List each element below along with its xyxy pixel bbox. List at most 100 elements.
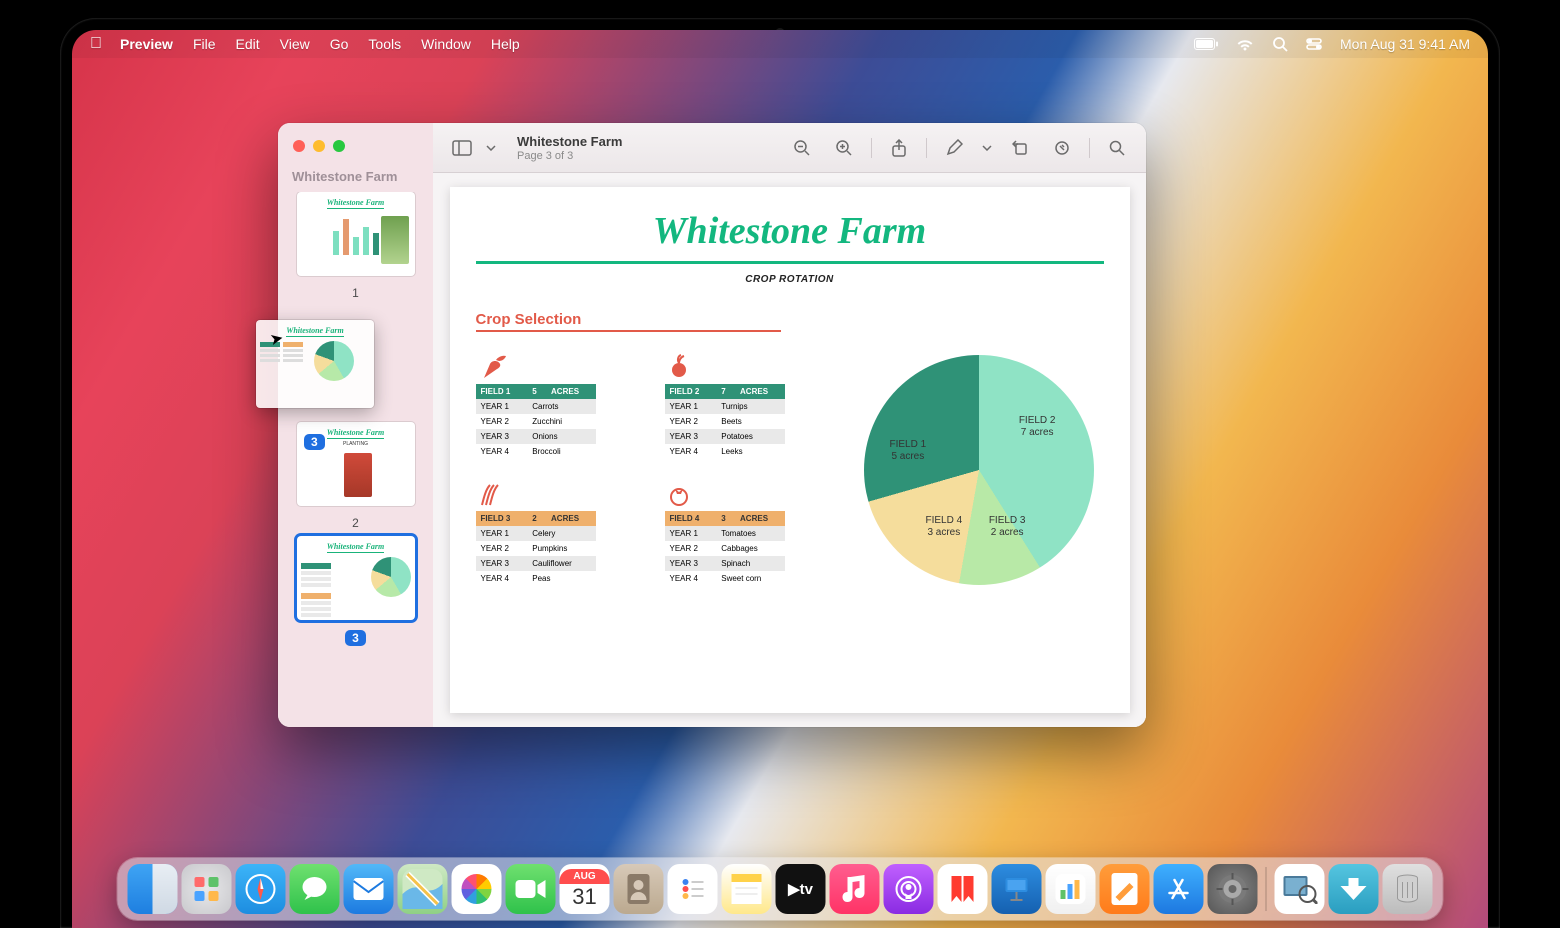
field-table-1: FIELD 15ACRES YEAR 1Carrots YEAR 2Zucchi… [476, 384, 596, 459]
dock-numbers[interactable] [1046, 864, 1096, 914]
page-canvas: Whitestone Farm CROP ROTATION Crop Selec… [450, 187, 1130, 713]
dock-music[interactable] [830, 864, 880, 914]
menu-window[interactable]: Window [421, 36, 471, 52]
pie-label-field4: FIELD 43 acres [926, 515, 963, 539]
field-block-4: FIELD 43ACRES YEAR 1Tomatoes YEAR 2Cabba… [665, 481, 836, 586]
toolbar: Whitestone Farm Page 3 of 3 [433, 123, 1146, 173]
app-menu[interactable]: Preview [120, 36, 173, 52]
carrot-icon [476, 354, 647, 380]
field-block-1: FIELD 15ACRES YEAR 1Carrots YEAR 2Zucchi… [476, 354, 647, 459]
menu-view[interactable]: View [280, 36, 310, 52]
thumb-pie [371, 557, 411, 597]
tomato-icon [665, 481, 836, 507]
thumbnails-sidebar: Whitestone Farm Whitestone Farm 1 [278, 123, 433, 727]
desktop:  Preview File Edit View Go Tools Window… [72, 30, 1488, 928]
celery-icon [476, 481, 647, 507]
dock-safari[interactable] [236, 864, 286, 914]
dock-tv[interactable]: ▶tv [776, 864, 826, 914]
rotate-button[interactable] [1003, 134, 1037, 162]
dock-mail[interactable] [344, 864, 394, 914]
search-button[interactable] [1100, 134, 1134, 162]
dock-finder[interactable] [128, 864, 178, 914]
zoom-in-button[interactable] [827, 134, 861, 162]
zoom-button[interactable] [333, 140, 345, 152]
fields-left-col: FIELD 15ACRES YEAR 1Carrots YEAR 2Zucchi… [476, 354, 647, 586]
thumb-bar-chart [333, 215, 379, 255]
drag-thumb-pie [314, 341, 354, 381]
thumb-sub: PLANTING [343, 441, 368, 447]
menu-tools[interactable]: Tools [368, 36, 401, 52]
fields-mid-col: FIELD 27ACRES YEAR 1Turnips YEAR 2Beets … [665, 354, 836, 586]
dock-calendar[interactable]: AUG 31 [560, 864, 610, 914]
battery-icon[interactable] [1194, 38, 1218, 50]
page-thumbnail-1[interactable]: Whitestone Farm [297, 192, 415, 276]
thumb-doc-title: Whitestone Farm [327, 542, 385, 553]
menu-edit[interactable]: Edit [236, 36, 260, 52]
menu-file[interactable]: File [193, 36, 216, 52]
page-thumbnail-3[interactable]: Whitestone Farm [297, 536, 415, 620]
calendar-day: 31 [572, 884, 596, 910]
dock-news[interactable] [938, 864, 988, 914]
dock-notes[interactable] [722, 864, 772, 914]
thumb-photo [381, 216, 409, 264]
page-viewport[interactable]: Whitestone Farm CROP ROTATION Crop Selec… [433, 173, 1146, 727]
pie-label-field3: FIELD 32 acres [989, 515, 1026, 539]
highlight-button[interactable] [1045, 134, 1079, 162]
dock-downloads[interactable] [1329, 864, 1379, 914]
close-button[interactable] [293, 140, 305, 152]
apple-menu[interactable]:  [90, 35, 102, 53]
dock-launchpad[interactable] [182, 864, 232, 914]
dock-photos[interactable] [452, 864, 502, 914]
control-center-icon[interactable] [1306, 38, 1322, 50]
dock-messages[interactable] [290, 864, 340, 914]
wifi-icon[interactable] [1236, 38, 1254, 51]
thumb-label-1: 1 [352, 286, 359, 300]
dock-separator [1266, 867, 1267, 911]
thumb-label-2: 2 [352, 516, 359, 530]
share-button[interactable] [882, 134, 916, 162]
menu-go[interactable]: Go [330, 36, 349, 52]
dock-preview-app[interactable] [1275, 864, 1325, 914]
acreage-pie-chart: FIELD 15 acres FIELD 27 acres FIELD 32 a… [864, 355, 1094, 585]
drag-page-badge: 3 [304, 434, 325, 450]
document-area: Whitestone Farm Page 3 of 3 [433, 123, 1146, 727]
markup-menu[interactable] [979, 134, 995, 162]
thumb-doc-title: Whitestone Farm [327, 198, 385, 209]
field-block-3: FIELD 32ACRES YEAR 1Celery YEAR 2Pumpkin… [476, 481, 647, 586]
title-rule [476, 261, 1104, 264]
field-table-4: FIELD 43ACRES YEAR 1Tomatoes YEAR 2Cabba… [665, 511, 785, 586]
document-title: Whitestone Farm [517, 134, 622, 149]
markup-button[interactable] [937, 134, 971, 162]
menubar-datetime[interactable]: Mon Aug 31 9:41 AM [1340, 36, 1470, 52]
pie-chart-area: FIELD 15 acres FIELD 27 acres FIELD 32 a… [854, 354, 1104, 586]
doc-heading: Whitestone Farm [476, 209, 1104, 253]
field-block-2: FIELD 27ACRES YEAR 1Turnips YEAR 2Beets … [665, 354, 836, 459]
minimize-button[interactable] [313, 140, 325, 152]
pie-label-field1: FIELD 15 acres [890, 439, 927, 463]
dock-settings[interactable] [1208, 864, 1258, 914]
toolbar-title-area: Whitestone Farm Page 3 of 3 [517, 134, 622, 162]
dock-keynote[interactable] [992, 864, 1042, 914]
section-heading: Crop Selection [476, 311, 782, 332]
spotlight-icon[interactable] [1272, 36, 1288, 52]
menubar-right: Mon Aug 31 9:41 AM [1194, 36, 1470, 52]
fields-layout: FIELD 15ACRES YEAR 1Carrots YEAR 2Zucchi… [476, 354, 1104, 586]
dock-contacts[interactable] [614, 864, 664, 914]
dock-maps[interactable] [398, 864, 448, 914]
sidebar-view-button[interactable] [445, 134, 479, 162]
window-controls [293, 140, 345, 152]
dock-pages[interactable] [1100, 864, 1150, 914]
dock-appstore[interactable] [1154, 864, 1204, 914]
calendar-month: AUG [560, 869, 610, 884]
dock-reminders[interactable] [668, 864, 718, 914]
dock-facetime[interactable] [506, 864, 556, 914]
dock-podcasts[interactable] [884, 864, 934, 914]
dock-trash[interactable] [1383, 864, 1433, 914]
drag-thumb-title: Whitestone Farm [286, 326, 344, 337]
thumb-doc-title: Whitestone Farm [327, 428, 385, 439]
zoom-out-button[interactable] [785, 134, 819, 162]
thumb-label-3: 3 [345, 630, 366, 646]
menu-help[interactable]: Help [491, 36, 520, 52]
thumbnail-list: Whitestone Farm 1 Whitestone Fa [278, 192, 433, 727]
sidebar-view-menu[interactable] [483, 134, 499, 162]
